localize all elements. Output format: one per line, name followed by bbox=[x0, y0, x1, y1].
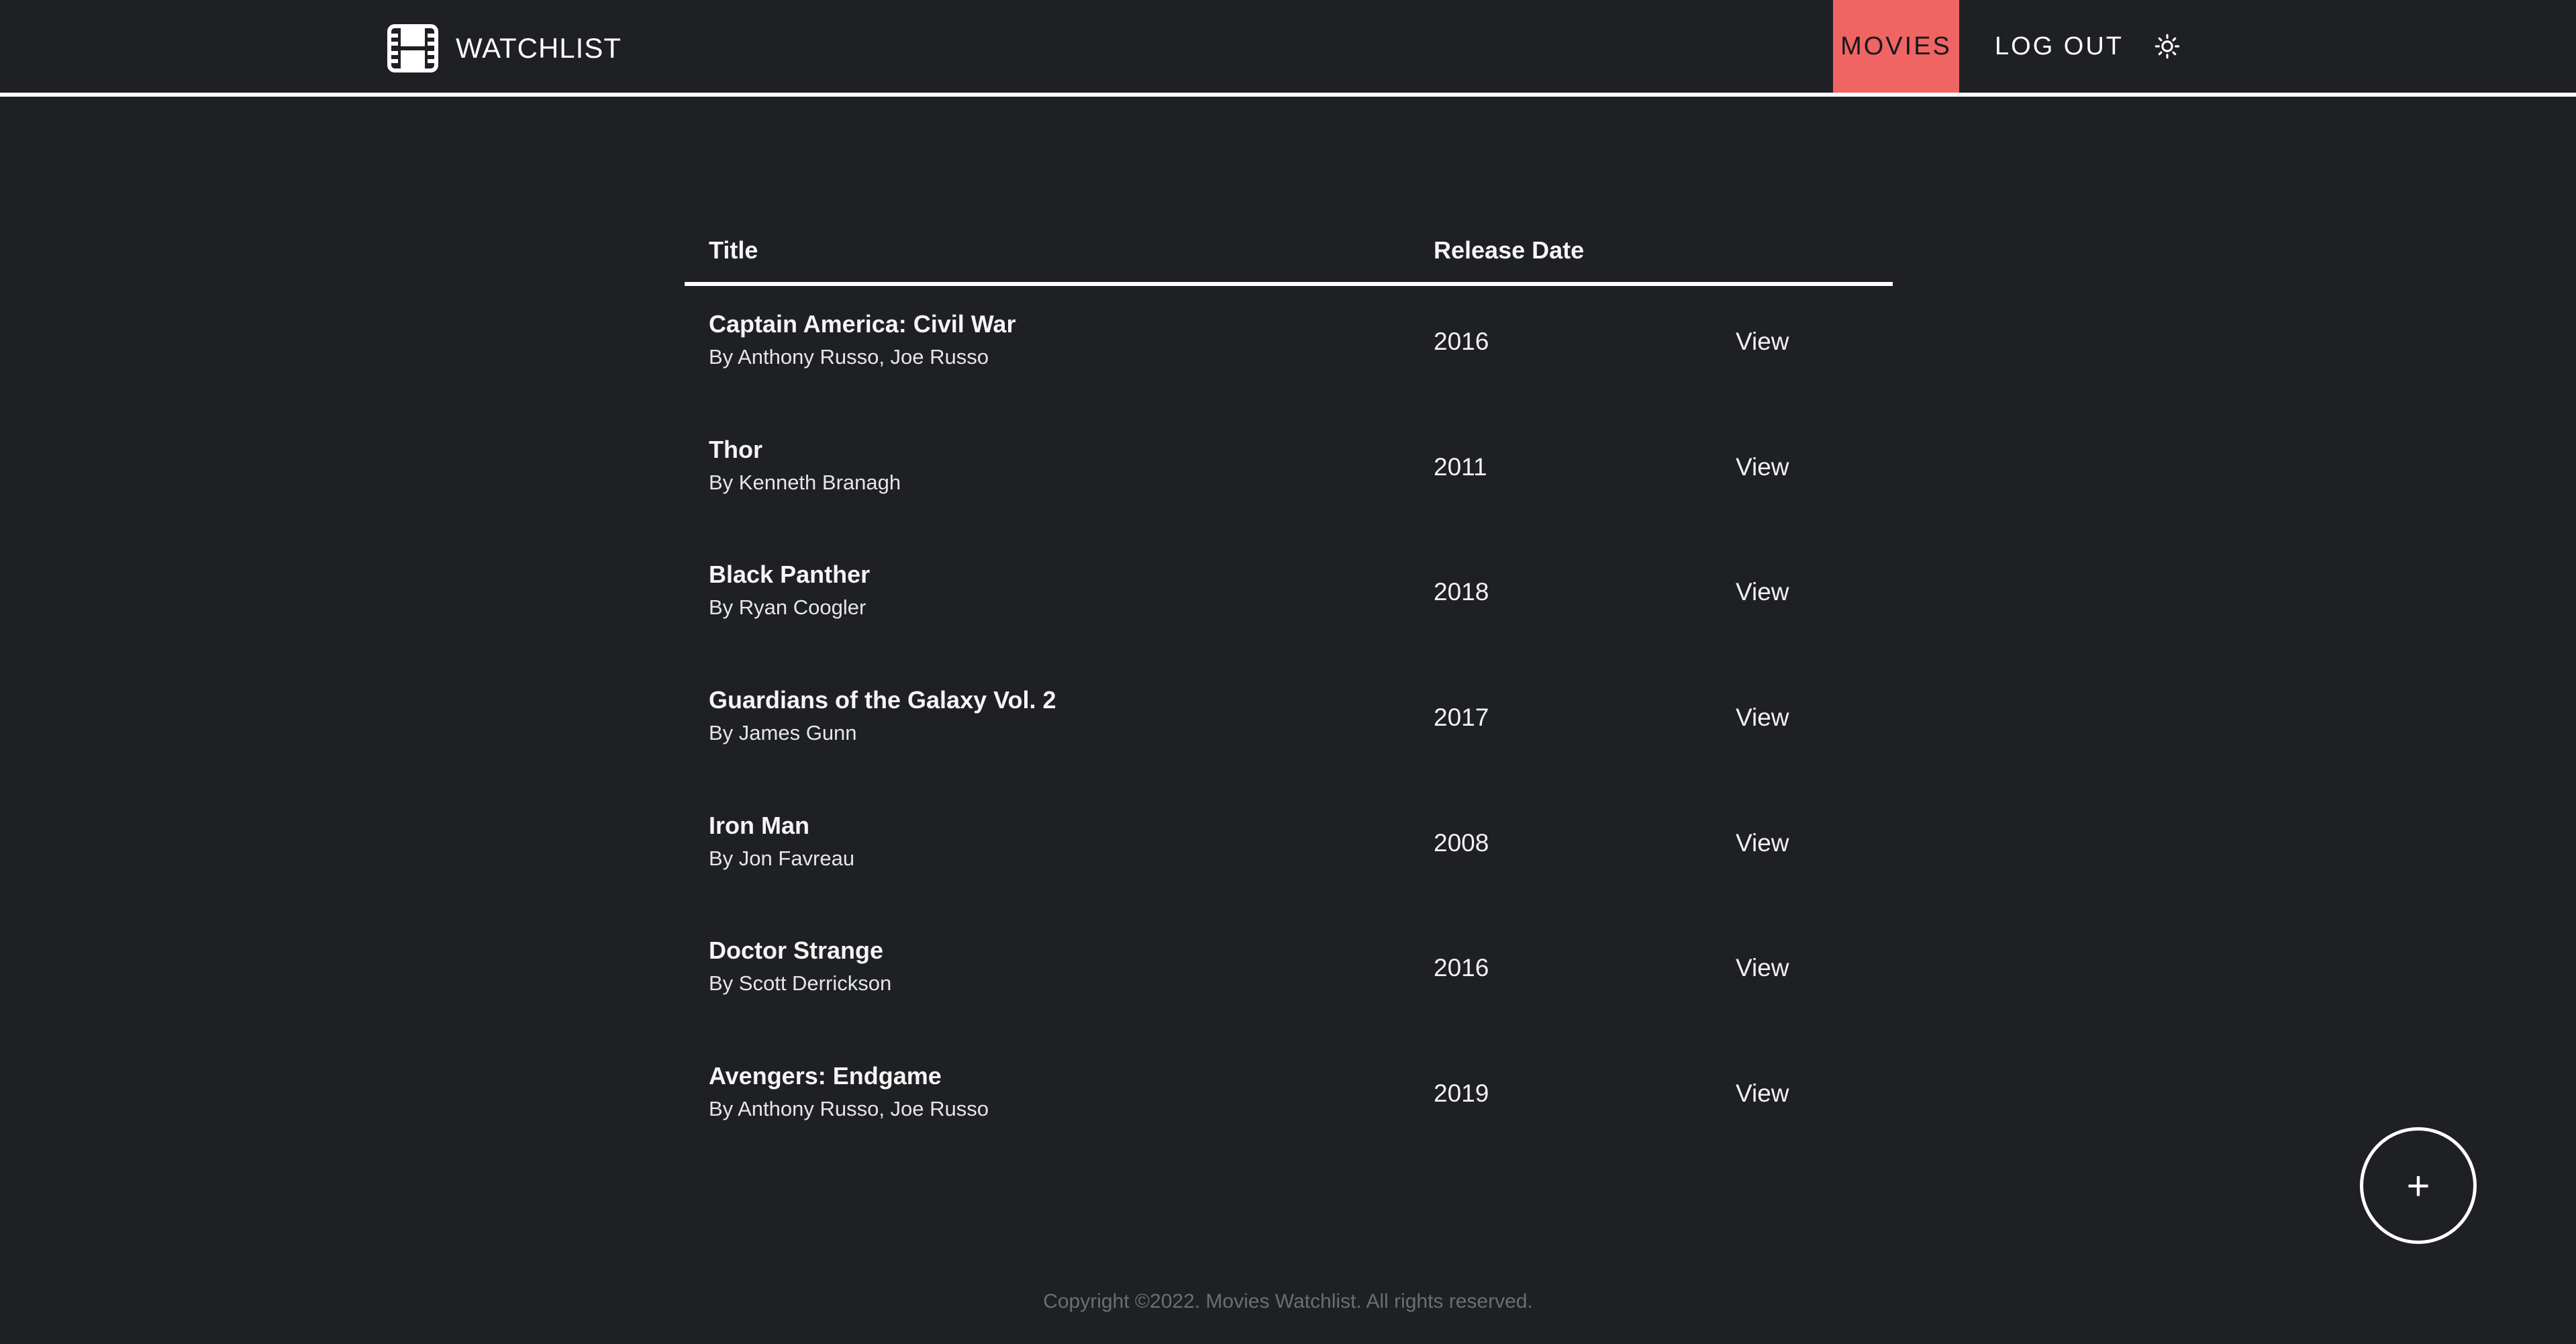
sun-icon[interactable] bbox=[2154, 34, 2180, 59]
view-link[interactable]: View bbox=[1736, 954, 1789, 982]
movie-director: By Anthony Russo, Joe Russo bbox=[709, 345, 989, 369]
view-link[interactable]: View bbox=[1736, 578, 1789, 606]
footer-copyright: Copyright ©2022. Movies Watchlist. All r… bbox=[1043, 1290, 1533, 1312]
movie-year: 2019 bbox=[1434, 1079, 1489, 1108]
movie-title: Iron Man bbox=[709, 811, 809, 839]
view-link[interactable]: View bbox=[1736, 328, 1789, 356]
movie-year: 2016 bbox=[1434, 328, 1489, 355]
movie-title: Avengers: Endgame bbox=[709, 1062, 942, 1090]
table-row: Avengers: Endgame By Anthony Russo, Joe … bbox=[685, 1038, 1893, 1163]
column-header-release-date: Release Date bbox=[1434, 236, 1585, 264]
movie-title: Captain America: Civil War bbox=[709, 310, 1016, 338]
nav-movies-link[interactable]: MOVIES bbox=[1833, 0, 1959, 93]
nav-logout-link[interactable]: LOG OUT bbox=[1981, 0, 2137, 93]
column-header-title: Title bbox=[709, 236, 758, 264]
view-link[interactable]: View bbox=[1736, 704, 1789, 732]
table-header: Title Release Date bbox=[685, 222, 1893, 286]
movie-director: By James Gunn bbox=[709, 721, 857, 745]
table-row: Thor By Kenneth Branagh 2011 View bbox=[685, 412, 1893, 537]
brand[interactable]: WATCHLIST bbox=[387, 24, 622, 73]
film-icon bbox=[387, 24, 438, 73]
add-movie-button[interactable]: + bbox=[2360, 1127, 2477, 1244]
table-row: Black Panther By Ryan Coogler 2018 View bbox=[685, 536, 1893, 662]
view-link[interactable]: View bbox=[1736, 453, 1789, 481]
movie-year: 2018 bbox=[1434, 578, 1489, 606]
movie-title: Doctor Strange bbox=[709, 937, 884, 965]
view-link[interactable]: View bbox=[1736, 829, 1789, 857]
movie-year: 2008 bbox=[1434, 828, 1489, 857]
movie-title: Guardians of the Galaxy Vol. 2 bbox=[709, 686, 1056, 714]
movie-year: 2011 bbox=[1434, 452, 1487, 481]
table-row: Iron Man By Jon Favreau 2008 View bbox=[685, 787, 1893, 913]
movie-director: By Kenneth Branagh bbox=[709, 470, 901, 494]
movie-year: 2016 bbox=[1434, 954, 1489, 982]
movie-director: By Anthony Russo, Joe Russo bbox=[709, 1097, 989, 1121]
brand-name: WATCHLIST bbox=[456, 32, 622, 64]
movie-year: 2017 bbox=[1434, 704, 1489, 732]
plus-icon: + bbox=[2406, 1163, 2430, 1208]
movie-director: By Scott Derrickson bbox=[709, 971, 892, 996]
top-navbar: WATCHLIST MOVIES LOG OUT bbox=[0, 0, 2576, 97]
movie-director: By Ryan Coogler bbox=[709, 595, 866, 620]
table-row: Doctor Strange By Scott Derrickson 2016 … bbox=[685, 912, 1893, 1038]
table-row: Captain America: Civil War By Anthony Ru… bbox=[685, 286, 1893, 412]
movie-director: By Jon Favreau bbox=[709, 846, 855, 870]
table-row: Guardians of the Galaxy Vol. 2 By James … bbox=[685, 662, 1893, 787]
view-link[interactable]: View bbox=[1736, 1079, 1789, 1108]
movies-table: Title Release Date Captain America: Civi… bbox=[685, 222, 1893, 1163]
movie-title: Thor bbox=[709, 435, 762, 463]
movie-title: Black Panther bbox=[709, 561, 871, 589]
